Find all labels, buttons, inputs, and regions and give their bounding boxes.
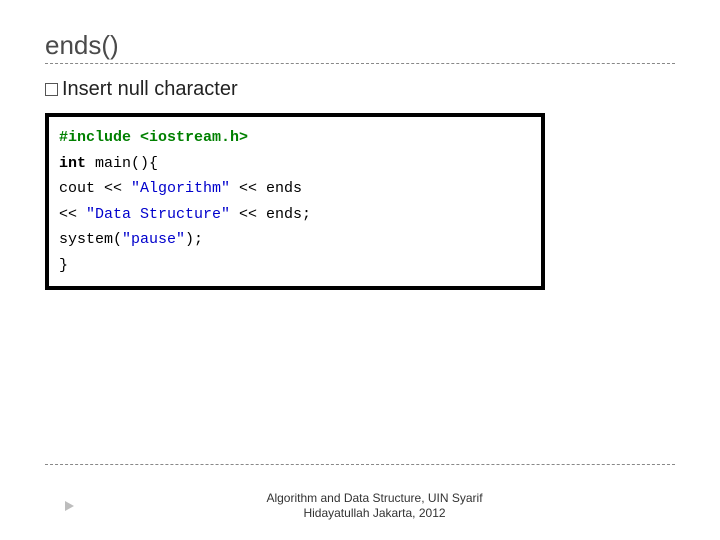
code-kw-int: int <box>59 155 86 172</box>
code-string: "pause" <box>122 231 185 248</box>
code-string: "Algorithm" <box>131 180 230 197</box>
square-bullet-icon <box>45 83 58 96</box>
title-divider <box>45 63 675 64</box>
code-ends: << ends; <box>230 206 311 223</box>
footer-line2: Hidayatullah Jakarta, 2012 <box>303 506 445 520</box>
code-cont: << <box>59 206 86 223</box>
footer: Algorithm and Data Structure, UIN Syarif… <box>45 491 675 522</box>
code-system: system( <box>59 231 122 248</box>
code-content: #include <iostream.h> int main(){ cout <… <box>49 117 541 286</box>
triangle-right-icon <box>65 501 74 511</box>
footer-line1: Algorithm and Data Structure, UIN Syarif <box>266 491 482 505</box>
footer-text: Algorithm and Data Structure, UIN Syarif… <box>74 491 675 522</box>
slide-title: ends() <box>45 30 675 61</box>
code-block: #include <iostream.h> int main(){ cout <… <box>45 113 545 290</box>
code-main-open: main(){ <box>86 155 158 172</box>
code-system-close: ); <box>185 231 203 248</box>
code-ends: << ends <box>230 180 302 197</box>
code-cout: cout << <box>59 180 131 197</box>
bullet-row: Insert null character <box>45 78 675 101</box>
footer-divider <box>45 464 675 465</box>
bullet-text: Insert null character <box>62 78 238 101</box>
code-close-brace: } <box>59 253 531 279</box>
code-include: #include <iostream.h> <box>59 129 248 146</box>
code-string: "Data Structure" <box>86 206 230 223</box>
